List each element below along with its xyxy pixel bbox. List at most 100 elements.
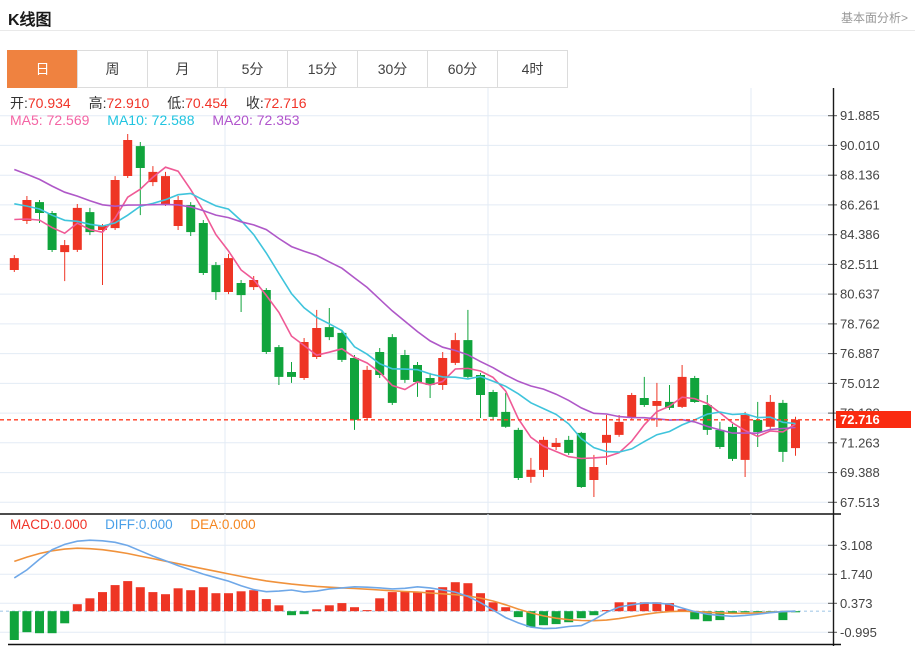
candle-body	[362, 369, 372, 418]
macd-hist-bar	[22, 611, 32, 633]
dea-label: DEA:	[190, 517, 222, 532]
y-axis-label: 80.637	[840, 287, 880, 302]
tab-30min[interactable]: 30分	[357, 50, 428, 88]
ma20-value: 72.353	[256, 112, 300, 128]
candle-body	[740, 415, 750, 460]
candle-body	[778, 402, 788, 452]
macd-hist-bar	[576, 611, 586, 619]
dea-value: 0.000	[221, 517, 256, 532]
close-value: 72.716	[263, 95, 307, 111]
macd-hist-bar	[161, 594, 170, 612]
macd-hist-bar	[513, 611, 523, 618]
macd-hist-bar	[236, 591, 246, 612]
tab-60min[interactable]: 60分	[427, 50, 498, 88]
macd-hist-bar	[261, 599, 271, 612]
candle-body	[22, 200, 32, 221]
candle-body	[753, 419, 763, 432]
candle-body	[513, 429, 523, 478]
candle-body	[413, 365, 422, 382]
macd-hist-bar	[85, 598, 95, 612]
high-value: 72.910	[106, 95, 150, 111]
high-label: 高:	[88, 95, 107, 111]
candle-body	[274, 347, 284, 377]
y-axis-label: 91.885	[840, 108, 880, 123]
macd-hist-bar	[198, 587, 208, 612]
low-value: 70.454	[185, 95, 228, 111]
y-axis-label: 71.263	[840, 435, 880, 450]
candle-body	[47, 213, 57, 250]
macd-hist-bar	[350, 607, 359, 612]
candle-body	[211, 265, 221, 293]
y-axis-label: 3.108	[840, 538, 873, 553]
y-axis-label: 0.373	[840, 596, 873, 611]
candle-body	[9, 258, 19, 270]
tab-4hour[interactable]: 4时	[497, 50, 568, 88]
macd-hist-bar	[72, 604, 82, 612]
candle-body	[614, 421, 624, 435]
ma5-label: MA5:	[10, 112, 43, 128]
tab-month[interactable]: 月	[147, 50, 218, 88]
tab-5min[interactable]: 5分	[217, 50, 288, 88]
low-label: 低:	[167, 95, 186, 111]
candle-body	[123, 140, 133, 176]
ma10-value: 72.588	[151, 112, 195, 128]
y-axis-label: 88.136	[840, 168, 880, 183]
tab-week[interactable]: 周	[77, 50, 148, 88]
candle-body	[350, 358, 359, 420]
macd-hist-bar	[501, 607, 511, 612]
candle-body	[287, 372, 296, 377]
macd-hist-bar	[224, 593, 233, 612]
macd-hist-bar	[400, 591, 410, 612]
macd-hist-bar	[186, 590, 196, 612]
macd-value: 0.000	[53, 517, 88, 532]
ma10-label: MA10:	[107, 112, 148, 128]
ma5-line	[14, 166, 796, 460]
candle-body	[186, 205, 196, 233]
candle-body	[715, 429, 725, 447]
candle-body	[627, 395, 637, 418]
candle-body	[639, 398, 649, 405]
candle-body	[765, 401, 775, 427]
current-price-badge: 72.716	[836, 411, 911, 428]
close-label: 收:	[245, 95, 264, 111]
macd-hist-bar	[98, 592, 107, 612]
y-axis-label: 67.513	[840, 495, 880, 510]
candle-body	[677, 376, 687, 407]
macd-hist-bar	[450, 582, 460, 612]
macd-hist-bar	[173, 588, 183, 612]
candle-body	[652, 401, 662, 406]
candle-body	[488, 392, 498, 417]
ma5-value: 72.569	[46, 112, 90, 128]
ohlc-readout: 开:70.934 高:72.910 低:70.454 收:72.716	[10, 93, 321, 113]
candle-body	[602, 434, 611, 443]
candle-body	[224, 258, 233, 292]
y-axis-label: 90.010	[840, 138, 880, 153]
candle-body	[173, 200, 183, 226]
macd-hist-bar	[312, 609, 322, 612]
tab-15min[interactable]: 15分	[287, 50, 358, 88]
macd-readout: MACD:0.000 DIFF:0.000 DEA:0.000	[10, 517, 270, 532]
candle-body	[463, 340, 473, 377]
open-label: 开:	[10, 95, 28, 111]
y-axis-label: -0.995	[840, 625, 877, 640]
fundamental-analysis-link[interactable]: 基本面分析>	[841, 9, 908, 26]
macd-hist-bar	[740, 611, 750, 613]
y-axis-label: 86.261	[840, 197, 880, 212]
period-tabbar: 日 周 月 5分 15分 30分 60分 4时	[7, 50, 568, 88]
macd-hist-bar	[249, 590, 259, 612]
candle-body	[791, 419, 800, 449]
macd-chart[interactable]: 3.108 1.740 0.373 -0.995	[0, 513, 915, 646]
macd-hist-bar	[135, 587, 145, 612]
main-candlestick-chart[interactable]: 91.885 90.010 88.136 86.261 84.386 82.511 80.6…	[0, 88, 915, 513]
macd-hist-bar	[123, 581, 133, 612]
page-title: K线图	[8, 12, 52, 29]
tab-day[interactable]: 日	[7, 50, 78, 88]
candle-body	[198, 223, 208, 273]
candle-body	[526, 469, 536, 477]
ma20-label: MA20:	[212, 112, 253, 128]
macd-hist-bar	[337, 603, 347, 612]
y-axis-label: 84.386	[840, 227, 880, 242]
candle-body	[551, 442, 561, 447]
macd-hist-bar	[589, 611, 599, 616]
macd-hist-bar	[299, 611, 309, 615]
